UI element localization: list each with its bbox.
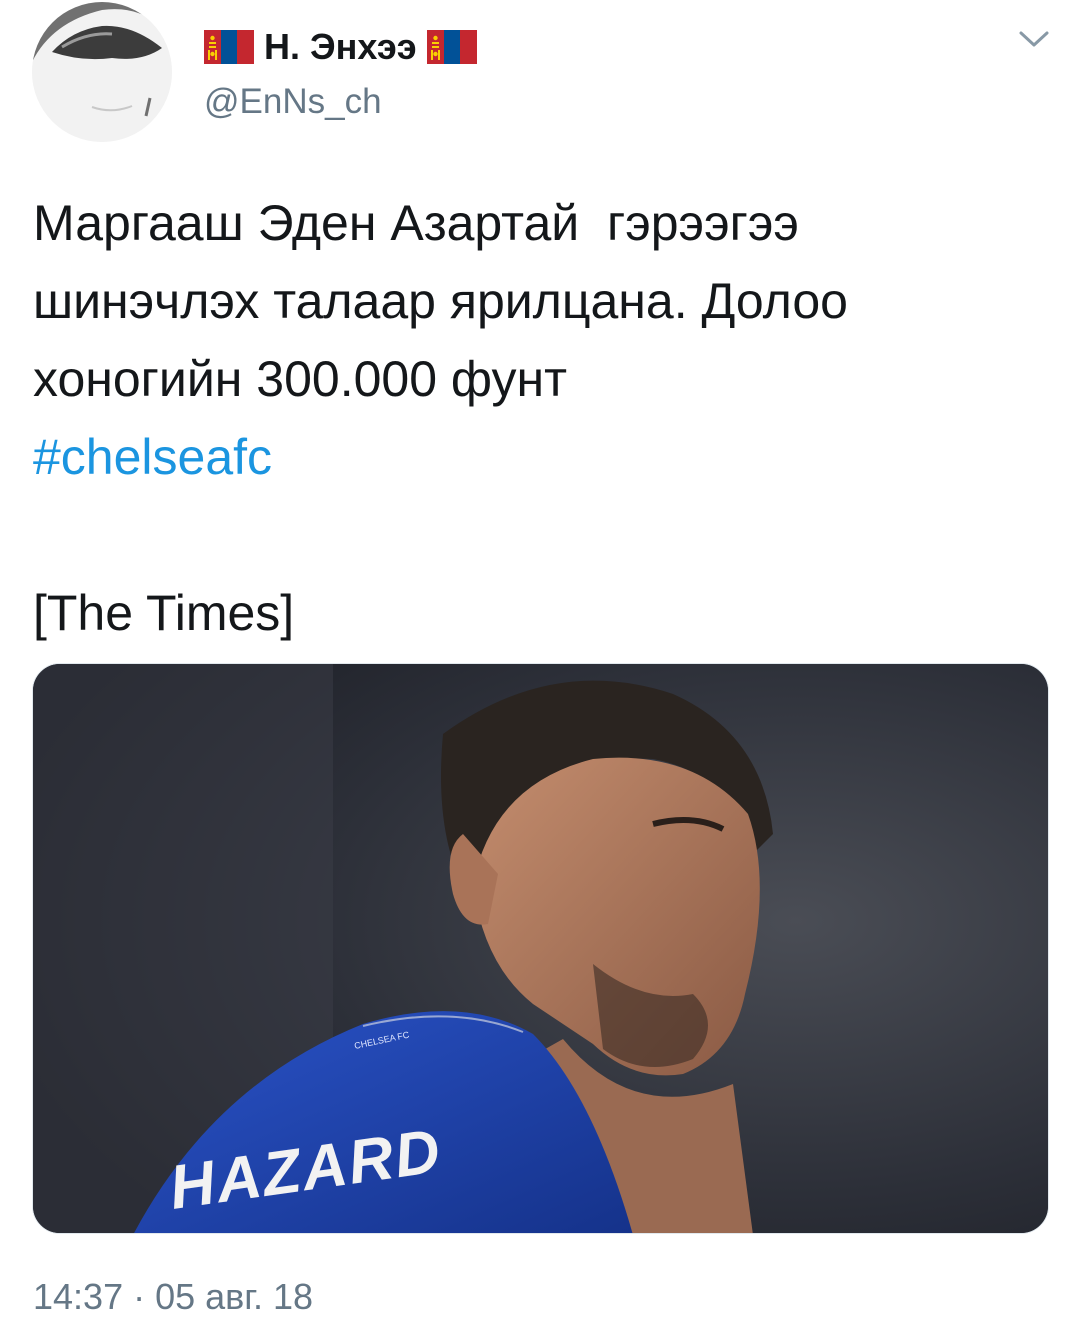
avatar-image [32,2,172,142]
tweet-text-line: хоногийн 300.000 фунт [33,351,567,407]
author-row[interactable]: Н. Энхээ [204,22,477,72]
display-name[interactable]: Н. Энхээ [264,26,417,68]
avatar[interactable] [32,2,172,142]
chevron-down-icon[interactable] [1017,28,1051,50]
tweet-timestamp[interactable]: 14:37 · 05 авг. 18 [33,1276,313,1318]
user-handle[interactable]: @EnNs_ch [204,82,382,122]
tweet-photo[interactable]: CHELSEA FC HAZARD [32,663,1049,1234]
mongolia-flag-icon [426,30,477,64]
tweet-text-line: Маргааш Эден Азартай гэрээгээ [33,195,799,251]
mongolia-flag-icon [204,30,254,64]
player-photo: CHELSEA FC HAZARD [33,664,1048,1233]
tweet-text: Маргааш Эден Азартай гэрээгээ шинэчлэх т… [33,184,1043,652]
tweet-source: [The Times] [33,585,295,641]
hashtag-link[interactable]: #chelseafc [33,418,1043,496]
tweet-text-line: шинэчлэх талаар ярилцана. Долоо [33,273,848,329]
